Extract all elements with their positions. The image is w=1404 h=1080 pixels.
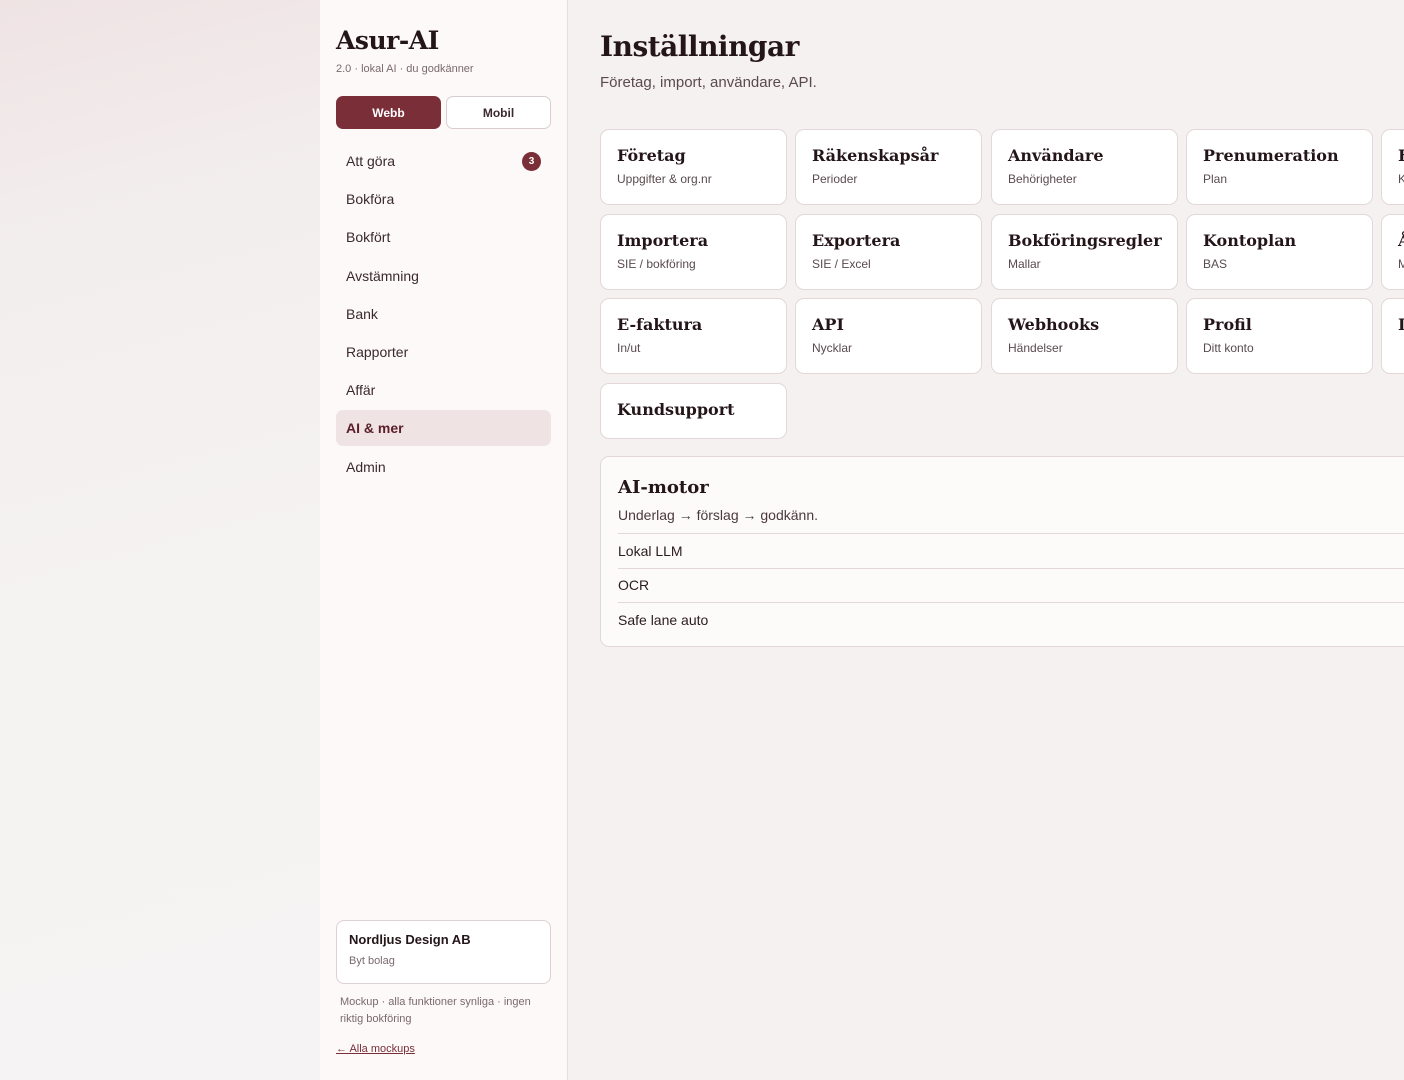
- tile-subtitle: Mallar: [1008, 257, 1041, 271]
- app-logo-title: Asur-AI: [336, 26, 439, 55]
- sidebar-item-label: Bank: [346, 305, 378, 322]
- sidebar-item-label: Admin: [346, 458, 386, 475]
- page-title: Inställningar: [600, 30, 799, 63]
- tile-subtitle: K: [1398, 172, 1404, 186]
- mobile-view-button[interactable]: Mobil: [446, 96, 551, 129]
- tile-subtitle: Plan: [1203, 172, 1228, 186]
- tile-title: Företag: [617, 146, 686, 165]
- tile-kundsupport[interactable]: Kundsupport: [600, 383, 787, 439]
- sidebar-item-ai-och-mer[interactable]: AI & mer: [336, 410, 551, 447]
- sidebar-item-label: Bokfört: [346, 229, 391, 246]
- tile-rakenskapsar[interactable]: Räkenskapsår Perioder: [795, 129, 982, 205]
- todo-count-badge: 3: [522, 151, 541, 171]
- ai-row-safe-lane-auto[interactable]: Safe lane auto: [618, 602, 1404, 637]
- sidebar-item-label: AI & mer: [346, 420, 404, 437]
- tile-kontoplan[interactable]: Kontoplan BAS: [1186, 214, 1373, 290]
- web-view-button[interactable]: Webb: [336, 96, 441, 129]
- sidebar-item-bokfora[interactable]: Bokföra: [336, 181, 551, 217]
- tile-title: API: [812, 315, 844, 334]
- tile-title: Importera: [617, 231, 709, 250]
- app-tagline: 2.0 · lokal AI · du godkänner: [336, 63, 474, 75]
- ai-engine-panel: AI-motor Underlag → förslag → godkänn. L…: [600, 456, 1404, 647]
- tile-title: Prenumeration: [1203, 146, 1339, 165]
- tile-prenumeration[interactable]: Prenumeration Plan: [1186, 129, 1373, 205]
- ai-engine-rows: Lokal LLM OCR Safe lane auto: [618, 533, 1404, 637]
- tile-title: Räkenskapsår: [812, 146, 939, 165]
- sidebar-item-label: Avstämning: [346, 267, 419, 284]
- tile-title: Kundsupport: [617, 400, 735, 419]
- sidebar-item-label: Bokföra: [346, 191, 395, 208]
- tile-subtitle: Uppgifter & org.nr: [617, 172, 712, 186]
- tile-importera[interactable]: Importera SIE / bokföring: [600, 214, 787, 290]
- sidebar-item-affar[interactable]: Affär: [336, 372, 551, 408]
- tile-title: Profil: [1203, 315, 1252, 334]
- view-toggle: Webb Mobil: [336, 96, 551, 129]
- tile-title: I: [1398, 315, 1404, 334]
- sidebar-item-att-gora[interactable]: Att göra 3: [336, 143, 551, 179]
- tile-subtitle: Nycklar: [812, 341, 853, 355]
- tile-webhooks[interactable]: Webhooks Händelser: [991, 298, 1178, 374]
- tile-bokforingsregler[interactable]: Bokföringsregler Mallar: [991, 214, 1178, 290]
- page-subtitle: Företag, import, användare, API.: [600, 74, 817, 91]
- tile-subtitle: Perioder: [812, 172, 858, 186]
- tile-e-faktura[interactable]: E-faktura In/ut: [600, 298, 787, 374]
- settings-tile-grid: Företag Uppgifter & org.nr Räkenskapsår …: [600, 129, 1404, 449]
- tile-subtitle: In/ut: [617, 341, 641, 355]
- sidebar-item-admin[interactable]: Admin: [336, 449, 551, 485]
- tile-subtitle: Ditt konto: [1203, 341, 1254, 355]
- company-name: Nordljus Design AB: [349, 932, 471, 947]
- ai-engine-subtitle: Underlag → förslag → godkänn.: [618, 507, 818, 523]
- sidebar-item-avstamning[interactable]: Avstämning: [336, 258, 551, 294]
- tile-title: E-faktura: [617, 315, 703, 334]
- tile-title: Kontoplan: [1203, 231, 1297, 250]
- sidebar-item-bank[interactable]: Bank: [336, 296, 551, 332]
- sidebar-item-label: Affär: [346, 382, 376, 399]
- sidebar-item-rapporter[interactable]: Rapporter: [336, 334, 551, 370]
- tile-subtitle: Händelser: [1008, 341, 1063, 355]
- tile-title: Å: [1398, 231, 1404, 250]
- tile-cut-off-1[interactable]: F K: [1381, 129, 1404, 205]
- tile-cut-off-3[interactable]: I: [1381, 298, 1404, 374]
- sidebar-item-label: Rapporter: [346, 343, 409, 360]
- tile-title: Bokföringsregler: [1008, 231, 1162, 250]
- tile-foretag[interactable]: Företag Uppgifter & org.nr: [600, 129, 787, 205]
- sidebar-item-label: Att göra: [346, 153, 396, 169]
- tile-api[interactable]: API Nycklar: [795, 298, 982, 374]
- tile-exportera[interactable]: Exportera SIE / Excel: [795, 214, 982, 290]
- tile-cut-off-2[interactable]: Å M: [1381, 214, 1404, 290]
- sidebar: Asur-AI 2.0 · lokal AI · du godkänner We…: [320, 0, 568, 1080]
- tile-subtitle: M: [1398, 257, 1404, 271]
- tile-title: Webhooks: [1008, 315, 1100, 334]
- main-content: Inställningar Företag, import, användare…: [600, 0, 1404, 1080]
- tile-title: Användare: [1008, 146, 1104, 165]
- tile-title: F: [1398, 146, 1404, 165]
- background-gradient: [0, 0, 320, 1080]
- ai-row-ocr[interactable]: OCR: [618, 567, 1404, 603]
- tile-title: Exportera: [812, 231, 901, 250]
- tile-subtitle: SIE / bokföring: [617, 257, 696, 271]
- sidebar-nav: Att göra 3 Bokföra Bokfört Avstämning Ba…: [336, 143, 551, 487]
- tile-subtitle: BAS: [1203, 257, 1228, 271]
- tile-profil[interactable]: Profil Ditt konto: [1186, 298, 1373, 374]
- ai-engine-title: AI-motor: [618, 477, 709, 498]
- ai-row-local-llm[interactable]: Lokal LLM: [618, 533, 1404, 568]
- switch-company-label: Byt bolag: [349, 955, 395, 967]
- sidebar-item-bokfort[interactable]: Bokfört: [336, 219, 551, 255]
- company-switcher[interactable]: Nordljus Design AB Byt bolag: [336, 920, 551, 984]
- tile-anvandare[interactable]: Användare Behörigheter: [991, 129, 1178, 205]
- tile-subtitle: SIE / Excel: [812, 257, 871, 271]
- all-mockups-link[interactable]: ← Alla mockups: [336, 1043, 415, 1055]
- tile-subtitle: Behörigheter: [1008, 172, 1077, 186]
- mockup-note: Mockup · alla funktioner synliga · ingen…: [340, 996, 531, 1025]
